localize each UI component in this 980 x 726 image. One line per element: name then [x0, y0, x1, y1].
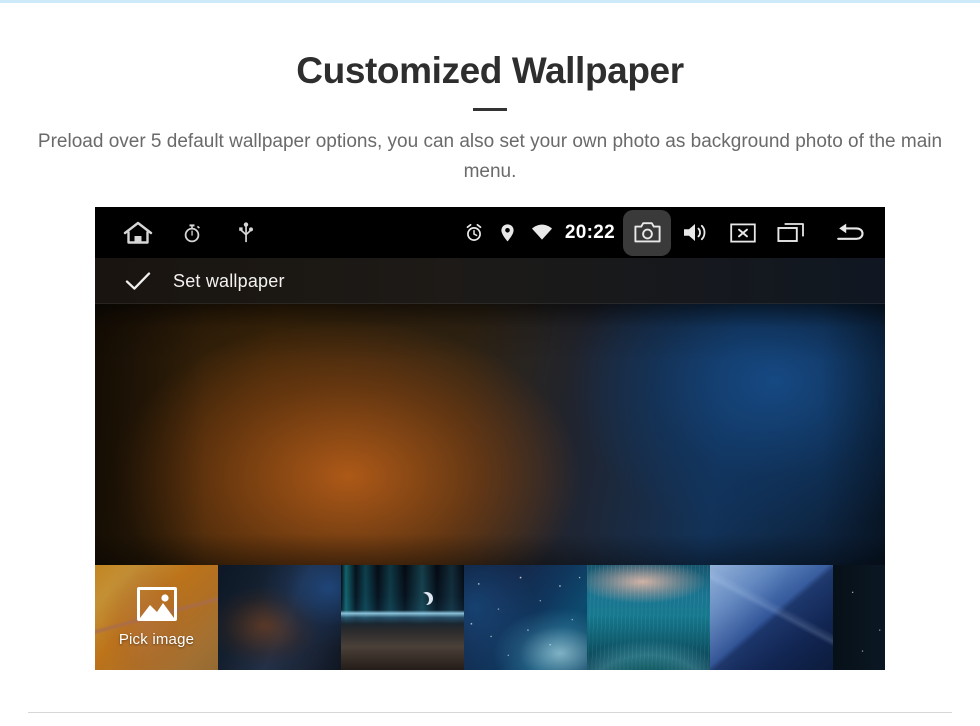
stopwatch-icon[interactable]: [175, 216, 209, 250]
thumbnail-teal-wave[interactable]: [587, 565, 710, 670]
thumbnail-eclipse[interactable]: [833, 565, 885, 670]
thumbnail-pick-image[interactable]: Pick image: [95, 565, 218, 670]
eclipse-glow: [833, 565, 885, 670]
picture-icon: [136, 587, 177, 621]
thumbnail-aurora-earth[interactable]: [341, 565, 464, 670]
wallpaper-preview[interactable]: [95, 304, 885, 565]
android-device-screen: 20:22 Set wallpaper Pick image: [95, 207, 885, 670]
page-subtitle: Preload over 5 default wallpaper options…: [37, 130, 943, 183]
thumbnail-starry-nebula[interactable]: [464, 565, 587, 670]
facets-edge: [710, 565, 833, 670]
wave-streaks: [587, 565, 710, 670]
pick-image-label: Pick image: [118, 631, 195, 648]
usb-icon[interactable]: [229, 216, 263, 250]
hero-section: Customized Wallpaper Preload over 5 defa…: [0, 50, 980, 188]
top-accent-rule: [0, 0, 980, 3]
bottom-divider: [28, 712, 952, 713]
status-bar-clock: 20:22: [564, 221, 615, 243]
crescent-moon-icon: [420, 592, 433, 605]
bokeh-blue-glow: [218, 565, 341, 670]
status-bar: 20:22: [95, 207, 885, 258]
thumbnail-blue-bokeh[interactable]: [218, 565, 341, 670]
home-icon[interactable]: [121, 216, 155, 250]
page-title: Customized Wallpaper: [296, 50, 684, 91]
back-button[interactable]: [827, 207, 875, 258]
earth-limb-glow: [341, 565, 464, 670]
volume-button[interactable]: [671, 207, 719, 258]
alarm-icon: [457, 216, 491, 250]
status-bar-left-group: [95, 216, 263, 250]
wifi-icon: [525, 216, 559, 250]
status-bar-right-group: 20:22: [457, 207, 885, 258]
checkmark-icon[interactable]: [121, 264, 155, 298]
recent-apps-button[interactable]: [767, 207, 815, 258]
title-divider: [473, 107, 507, 111]
wallpaper-thumbnail-strip[interactable]: Pick image: [95, 565, 885, 670]
set-wallpaper-action-bar[interactable]: Set wallpaper: [95, 258, 885, 304]
thumbnail-blue-facets[interactable]: [710, 565, 833, 670]
page-root: Customized Wallpaper Preload over 5 defa…: [0, 0, 980, 726]
nebula-stars: [464, 565, 587, 670]
close-button[interactable]: [719, 207, 767, 258]
set-wallpaper-label: Set wallpaper: [173, 270, 285, 291]
preview-horizontal-vignette: [95, 304, 885, 565]
location-pin-icon: [491, 216, 525, 250]
camera-button[interactable]: [623, 209, 671, 256]
pick-image-overlay[interactable]: Pick image: [95, 565, 218, 670]
